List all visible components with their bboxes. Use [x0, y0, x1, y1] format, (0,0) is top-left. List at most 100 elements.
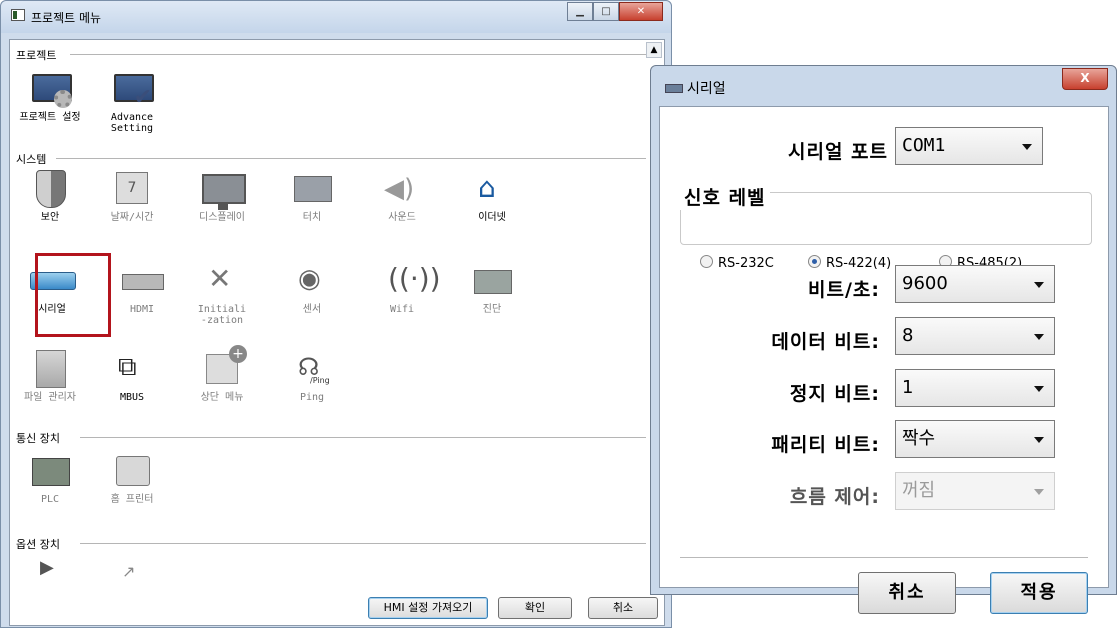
file-cabinet-icon: [28, 350, 72, 388]
cancel-button[interactable]: 취소: [588, 597, 658, 619]
touch-item[interactable]: 터치: [272, 170, 352, 223]
baud-rate-value: 9600: [902, 273, 948, 294]
serial-port-value: COM1: [902, 135, 946, 156]
scroll-up-button[interactable]: ▲: [646, 42, 662, 58]
item-label: 보안: [40, 212, 60, 223]
title-bar[interactable]: 프로젝트 메뉴 ▁ □ ✕: [1, 1, 671, 33]
radio-label: RS-232C: [718, 256, 774, 271]
item-label: 파일 관리자: [23, 392, 77, 403]
serial-window-icon: [665, 84, 683, 93]
flow-control-label: 흐름 제어:: [789, 486, 880, 508]
item-label: Advance Setting: [110, 112, 154, 134]
menu-content: ▲ 프로젝트 프로젝트 설정 ✔ Advance Setting 시스템 보안 …: [9, 39, 665, 626]
minimize-button[interactable]: ▁: [567, 2, 593, 21]
option-device-item[interactable]: ▶: [10, 558, 90, 578]
ethernet-item[interactable]: ⌂ 이더넷: [452, 170, 532, 224]
item-label: HDMI: [129, 304, 155, 315]
section-project-label: 프로젝트: [16, 47, 59, 63]
chevron-down-icon: [1034, 334, 1044, 340]
hmi-import-button[interactable]: HMI 설정 가져오기: [368, 597, 488, 619]
diagnosis-item[interactable]: 진단: [452, 262, 532, 315]
divider: [680, 557, 1088, 558]
plc-icon: [28, 452, 72, 490]
ok-button[interactable]: 확인: [498, 597, 572, 619]
date-time-item[interactable]: 7 날짜/시간: [92, 170, 172, 223]
plc-item[interactable]: PLC: [10, 452, 90, 505]
flow-control-value: 꺼짐: [902, 480, 936, 501]
item-label: MBUS: [119, 392, 145, 403]
display-item[interactable]: 디스플레이: [182, 170, 262, 223]
item-label: 터치: [302, 212, 322, 223]
item-label: 디스플레이: [199, 212, 245, 223]
mbus-item[interactable]: ⧉ MBUS: [92, 350, 172, 403]
touch-icon: [290, 170, 334, 208]
baud-rate-select[interactable]: 9600: [895, 265, 1055, 303]
chevron-down-icon: [1034, 282, 1044, 288]
project-menu-window: 프로젝트 메뉴 ▁ □ ✕ ▲ 프로젝트 프로젝트 설정 ✔ Advance S…: [0, 0, 672, 628]
initialization-item[interactable]: ✕ Initiali -zation: [182, 262, 262, 326]
item-label: 사운드: [388, 212, 416, 223]
parity-select[interactable]: 짝수: [895, 420, 1055, 458]
chevron-down-icon: [1022, 144, 1032, 150]
data-bits-select[interactable]: 8: [895, 317, 1055, 355]
item-label: Wifi: [389, 304, 415, 315]
stop-bits-select[interactable]: 1: [895, 369, 1055, 407]
speaker-icon: ◀): [384, 174, 415, 204]
item-label: 진단: [482, 304, 502, 315]
tools-icon: ✕: [208, 262, 232, 295]
chevron-down-icon: [1034, 386, 1044, 392]
ping-icon: ☊ /Ping: [298, 353, 330, 385]
parity-value: 짝수: [902, 428, 936, 449]
dialog-title-bar[interactable]: 시리얼 X: [651, 66, 1116, 106]
dialog-title: 시리얼: [687, 81, 726, 97]
advance-setting-icon: ✔: [110, 70, 154, 109]
sensor-icon: ◉: [298, 264, 321, 294]
apply-button[interactable]: 적용: [990, 572, 1088, 614]
dialog-cancel-button[interactable]: 취소: [858, 572, 956, 614]
radio-selected-icon: [808, 255, 821, 268]
serial-port-select[interactable]: COM1: [895, 127, 1043, 165]
item-label: 프로젝트 설정: [19, 112, 81, 123]
section-comm-label: 통신 장치: [16, 430, 62, 446]
project-settings-item[interactable]: 프로젝트 설정: [10, 70, 90, 123]
radio-label: RS-422(4): [826, 256, 892, 271]
window-controls: ▁ □ ✕: [567, 2, 663, 22]
file-manager-item[interactable]: 파일 관리자: [10, 350, 90, 403]
data-bits-value: 8: [902, 325, 914, 346]
close-button[interactable]: ✕: [619, 2, 663, 21]
item-label: Ping: [299, 392, 325, 403]
sensor-item[interactable]: ◉ 센서: [272, 262, 352, 315]
option-device-item[interactable]: ↗: [92, 558, 172, 578]
maximize-button[interactable]: □: [593, 2, 619, 21]
diagnosis-chart-icon: [470, 262, 514, 300]
item-label: 이더넷: [478, 212, 506, 223]
flow-control-select: 꺼짐: [895, 472, 1055, 510]
ethernet-icon: ⌂: [478, 171, 496, 204]
window-title: 프로젝트 메뉴: [31, 11, 102, 25]
dialog-content: 시리얼 포트 COM1 신호 레벨 RS-232C RS-422(4) RS-4…: [659, 106, 1109, 614]
hdmi-icon: [120, 262, 164, 300]
item-label: Initiali -zation: [197, 304, 247, 326]
stop-bits-value: 1: [902, 377, 914, 398]
ping-item[interactable]: ☊ /Ping Ping: [272, 350, 352, 403]
network-icon: ⧉: [118, 352, 137, 382]
window-add-icon: [200, 345, 247, 388]
hdmi-item[interactable]: HDMI: [102, 262, 182, 315]
ping-icon-text: /Ping: [310, 376, 330, 385]
wifi-item[interactable]: ((·)) Wifi: [362, 262, 442, 315]
radio-rs232c[interactable]: RS-232C: [700, 255, 774, 271]
top-menu-item[interactable]: 상단 메뉴: [182, 345, 262, 403]
radio-rs422[interactable]: RS-422(4): [808, 255, 891, 271]
radio-icon: [700, 255, 713, 268]
divider: [80, 543, 646, 544]
security-item[interactable]: 보안: [10, 170, 90, 223]
advance-setting-item[interactable]: ✔ Advance Setting: [92, 70, 172, 134]
signal-level-label: 신호 레벨: [680, 183, 770, 210]
display-icon: [200, 170, 246, 210]
serial-port-label: 시리얼 포트: [787, 141, 888, 163]
pen-icon: ↗: [122, 562, 136, 578]
dialog-close-button[interactable]: X: [1062, 68, 1108, 90]
calendar-clock-icon: 7: [110, 170, 154, 208]
sound-item[interactable]: ◀) 사운드: [362, 170, 442, 223]
home-printer-item[interactable]: 홈 프린터: [92, 452, 172, 505]
